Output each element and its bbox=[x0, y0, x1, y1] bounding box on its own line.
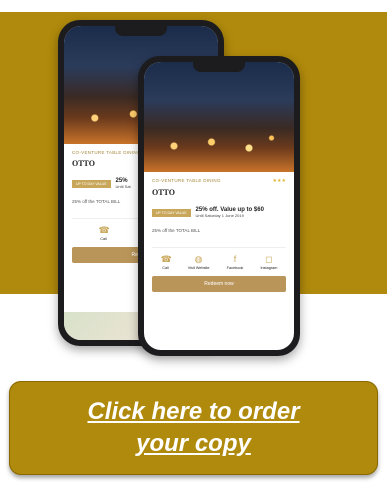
order-copy-button[interactable]: Click here to order your copy bbox=[9, 381, 378, 475]
call-action[interactable]: ☎ Call bbox=[98, 225, 110, 241]
globe-icon: ◍ bbox=[194, 254, 203, 264]
action-bar: ☎ Call ◍ Visit Website f Facebook ◻ Inst… bbox=[152, 247, 286, 270]
facebook-label: Facebook bbox=[226, 266, 244, 270]
offer-details: CO-VENTURE TABLE DINING ★★★ OTTO UP TO D… bbox=[144, 172, 294, 350]
call-label: Call bbox=[100, 237, 107, 241]
discount-note: 25% off the TOTAL BILL bbox=[152, 228, 201, 233]
offer-until: Until Sat bbox=[115, 184, 131, 189]
instagram-icon: ◻ bbox=[265, 254, 273, 264]
instagram-action[interactable]: ◻ Instagram bbox=[260, 254, 277, 270]
value-tag: UP TO DAY VALUE bbox=[72, 179, 111, 188]
restaurant-photo bbox=[144, 62, 294, 172]
cta-line-2[interactable]: your copy bbox=[136, 428, 251, 460]
instagram-label: Instagram bbox=[260, 266, 278, 270]
offer-until: Until Saturday 1 June 2019 bbox=[195, 213, 244, 218]
facebook-icon: f bbox=[233, 254, 237, 264]
phone-notch bbox=[115, 26, 167, 36]
rating-stars: ★★★ bbox=[272, 178, 286, 184]
call-action[interactable]: ☎ Call bbox=[160, 254, 172, 270]
front-phone: CO-VENTURE TABLE DINING ★★★ OTTO UP TO D… bbox=[138, 56, 300, 356]
redeem-button[interactable]: Redeem now bbox=[152, 276, 286, 292]
cta-line-1[interactable]: Click here to order bbox=[87, 396, 299, 428]
website-action[interactable]: ◍ Visit Website bbox=[188, 254, 210, 270]
phone-icon: ☎ bbox=[98, 225, 110, 235]
venue-name: OTTO bbox=[152, 188, 175, 197]
phone-icon: ☎ bbox=[160, 254, 172, 264]
front-phone-screen: CO-VENTURE TABLE DINING ★★★ OTTO UP TO D… bbox=[144, 62, 294, 350]
offer-row: UP TO DAY VALUE 25% off. Value up to $60… bbox=[152, 207, 286, 218]
call-label: Call bbox=[162, 266, 169, 270]
value-tag: UP TO DAY VALUE bbox=[152, 208, 191, 217]
facebook-action[interactable]: f Facebook bbox=[227, 254, 244, 270]
phone-notch bbox=[193, 62, 245, 72]
website-label: Visit Website bbox=[187, 266, 210, 270]
category-label: CO-VENTURE TABLE DINING bbox=[152, 178, 221, 183]
